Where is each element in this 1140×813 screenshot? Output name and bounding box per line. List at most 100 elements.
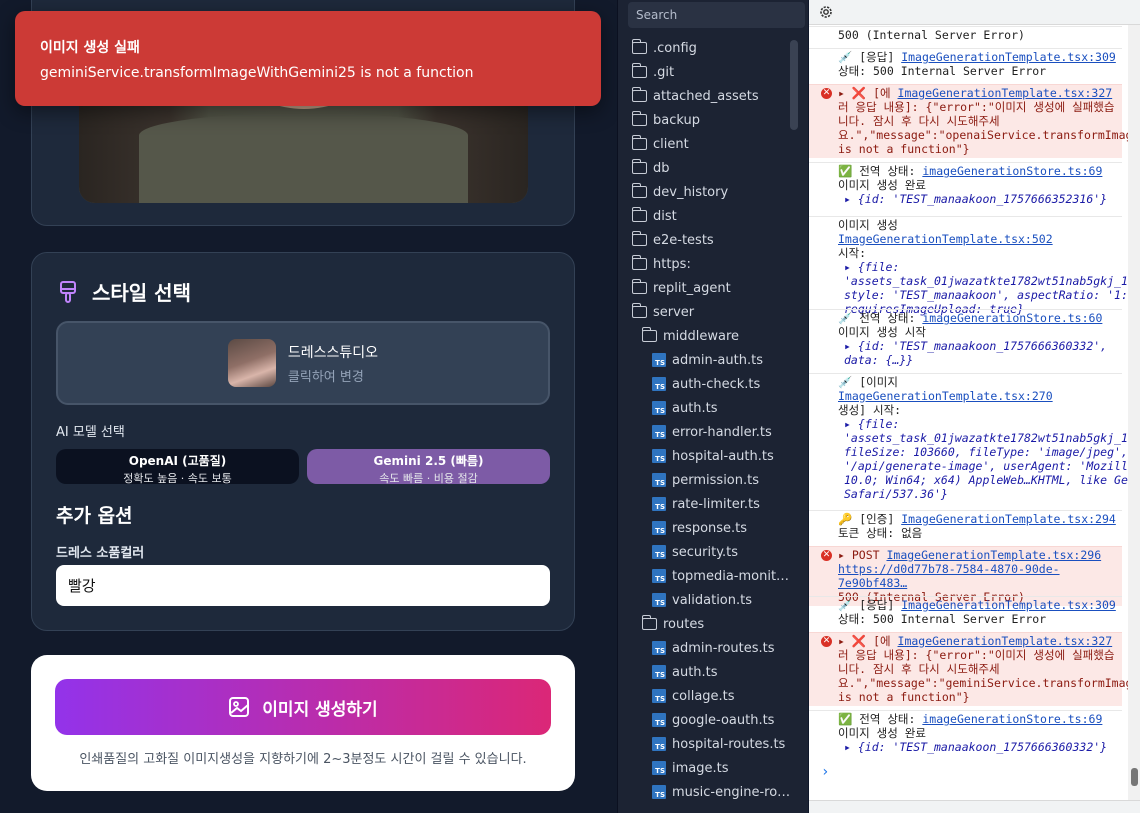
file-item[interactable]: TS auth.ts: [652, 398, 718, 418]
typescript-file-icon: TS: [652, 737, 666, 751]
file-search-input[interactable]: Search: [628, 2, 805, 28]
file-item[interactable]: TS google-oauth.ts: [652, 710, 774, 730]
console-log-message[interactable]: ✅ 전역 상태: imageGenerationStore.ts:69 이미지 생…: [809, 710, 1122, 756]
folder-item[interactable]: server: [631, 302, 694, 322]
model-option-openai[interactable]: OpenAI (고품질) 정확도 높음 · 속도 보통: [56, 449, 299, 485]
console-text: 토큰 상태: 없음: [838, 526, 923, 540]
folder-item[interactable]: client: [631, 134, 689, 154]
folder-item[interactable]: https:: [631, 254, 691, 274]
source-link[interactable]: ImageGenerationTemplate.tsx:296: [886, 548, 1101, 562]
extra-options-title: 추가 옵션: [56, 505, 133, 527]
console-text: 💉 [응답]: [838, 50, 895, 64]
source-link[interactable]: ImageGenerationTemplate.tsx:294: [901, 512, 1116, 526]
folder-icon: [631, 183, 647, 198]
file-item[interactable]: TS security.ts: [652, 542, 738, 562]
dress-color-input[interactable]: [56, 565, 550, 606]
folder-icon: [631, 63, 647, 78]
tree-item-label: hospital-routes.ts: [672, 736, 786, 752]
file-item[interactable]: TS music-engine-ro…: [652, 782, 790, 802]
console-text: 이미지 생성: [838, 218, 898, 232]
paintbrush-icon: [60, 280, 76, 303]
typescript-file-icon: TS: [652, 569, 666, 583]
file-item[interactable]: TS collage.ts: [652, 686, 735, 706]
folder-item[interactable]: dev_history: [631, 182, 729, 202]
studio-hint: 클릭하여 변경: [287, 369, 364, 385]
console-prompt[interactable]: ›: [821, 764, 829, 780]
typescript-file-icon: TS: [652, 761, 666, 775]
source-link[interactable]: imageGenerationStore.ts:69: [922, 164, 1102, 178]
source-link[interactable]: imageGenerationStore.ts:69: [922, 712, 1102, 726]
file-item[interactable]: TS topmedia-monit…: [652, 566, 789, 586]
console-log-message[interactable]: 💉 [이미지 ImageGenerationTemplate.tsx:270 생성…: [809, 373, 1140, 503]
file-item[interactable]: TS response.ts: [652, 518, 747, 538]
typescript-file-icon: TS: [652, 497, 666, 511]
file-item[interactable]: TS admin-routes.ts: [652, 638, 775, 658]
folder-open-icon: [641, 615, 657, 630]
tree-item-label: https:: [653, 256, 691, 272]
folder-item[interactable]: .config: [631, 38, 697, 58]
generate-note: 인쇄품질의 고화질 이미지생성을 지향하기에 2~3분정도 시간이 걸릴 수 있…: [79, 752, 527, 767]
studio-selector[interactable]: 드레스스튜디오 클릭하여 변경: [56, 321, 550, 405]
folder-item[interactable]: backup: [631, 110, 700, 130]
file-item[interactable]: TS permission.ts: [652, 470, 759, 490]
console-log-message[interactable]: 500 (Internal Server Error): [809, 26, 1122, 44]
model-desc: 정확도 높음 · 속도 보통: [123, 472, 232, 485]
source-link[interactable]: ImageGenerationTemplate.tsx:502: [838, 232, 1053, 246]
error-toast[interactable]: 이미지 생성 실패 geminiService.transformImageWi…: [15, 11, 601, 106]
source-link[interactable]: ImageGenerationTemplate.tsx:270: [838, 389, 1053, 403]
folder-item[interactable]: dist: [631, 206, 677, 226]
console-object[interactable]: ▸ {file: 'assets_task_01jwazatkte1782wt5…: [838, 260, 1140, 316]
file-tree-scrollbar[interactable]: [790, 40, 798, 130]
file-item[interactable]: TS rate-limiter.ts: [652, 494, 760, 514]
console-log-message[interactable]: 💉 [응답] ImageGenerationTemplate.tsx:309 상태…: [809, 48, 1122, 80]
model-option-gemini[interactable]: Gemini 2.5 (빠름) 속도 빠름 · 비용 절감: [307, 449, 550, 485]
file-item[interactable]: TS auth.ts: [652, 662, 718, 682]
file-item[interactable]: TS error-handler.ts: [652, 422, 772, 442]
folder-item[interactable]: replit_agent: [631, 278, 731, 298]
console-log-message[interactable]: 💉 전역 상태: imageGenerationStore.ts:60 이미지 생…: [809, 309, 1122, 369]
folder-icon: [631, 255, 647, 270]
console-log-message[interactable]: 이미지 생성 ImageGenerationTemplate.tsx:502 시작…: [809, 216, 1140, 318]
source-link[interactable]: ImageGenerationTemplate.tsx:309: [901, 598, 1116, 612]
console-log-message[interactable]: ✅ 전역 상태: imageGenerationStore.ts:69 이미지 생…: [809, 162, 1122, 208]
file-item[interactable]: TS validation.ts: [652, 590, 752, 610]
model-name: Gemini 2.5 (빠름): [373, 454, 484, 468]
file-item[interactable]: TS image.ts: [652, 758, 729, 778]
folder-item[interactable]: db: [631, 158, 670, 178]
tree-item-label: permission.ts: [672, 472, 759, 488]
tree-item-label: admin-routes.ts: [672, 640, 775, 656]
tree-item-label: auth.ts: [672, 664, 718, 680]
generate-image-button[interactable]: 이미지 생성하기: [55, 679, 551, 735]
console-scrollbar-thumb[interactable]: [1131, 768, 1138, 786]
file-item[interactable]: TS auth-check.ts: [652, 374, 760, 394]
console-log-message[interactable]: 🔑 [인증] ImageGenerationTemplate.tsx:294 토큰…: [809, 510, 1122, 542]
tree-item-label: image.ts: [672, 760, 729, 776]
console-text: ▸ ❌ [에: [838, 86, 891, 100]
file-item[interactable]: TS admin-auth.ts: [652, 350, 763, 370]
source-link[interactable]: imageGenerationStore.ts:60: [922, 311, 1102, 325]
ai-model-label: AI 모델 선택: [56, 425, 125, 440]
console-scrollbar[interactable]: [1128, 25, 1140, 813]
console-error-message[interactable]: ✕ ▸ ❌ [에 ImageGenerationTemplate.tsx:327 러…: [809, 632, 1140, 706]
console-object[interactable]: ▸ {id: 'TEST_manaakoon_1757666360332', d…: [838, 339, 1118, 367]
folder-icon: [631, 87, 647, 102]
console-text: ✅ 전역 상태:: [838, 712, 916, 726]
folder-item[interactable]: attached_assets: [631, 86, 759, 106]
source-link[interactable]: ImageGenerationTemplate.tsx:327: [898, 634, 1113, 648]
folder-item[interactable]: .git: [631, 62, 674, 82]
tree-item-label: dev_history: [653, 184, 729, 200]
console-log-message[interactable]: 💉 [응답] ImageGenerationTemplate.tsx:309 상태…: [809, 596, 1122, 628]
console-object[interactable]: ▸ {file: 'assets_task_01jwazatkte1782wt5…: [838, 417, 1140, 501]
file-item[interactable]: TS hospital-auth.ts: [652, 446, 774, 466]
file-item[interactable]: TS hospital-routes.ts: [652, 734, 785, 754]
gear-icon[interactable]: [818, 4, 834, 20]
source-link[interactable]: ImageGenerationTemplate.tsx:309: [901, 50, 1116, 64]
folder-item[interactable]: e2e-tests: [631, 230, 714, 250]
model-desc: 속도 빠름 · 비용 절감: [379, 472, 478, 485]
console-object[interactable]: ▸ {id: 'TEST_manaakoon_1757666352316'}: [838, 192, 1107, 206]
folder-item[interactable]: middleware: [641, 326, 739, 346]
folder-item[interactable]: routes: [641, 614, 704, 634]
source-link[interactable]: ImageGenerationTemplate.tsx:327: [898, 86, 1113, 100]
console-error-message[interactable]: ✕ ▸ ❌ [에 ImageGenerationTemplate.tsx:327 러…: [809, 84, 1139, 158]
console-object[interactable]: ▸ {id: 'TEST_manaakoon_1757666360332'}: [838, 740, 1107, 754]
